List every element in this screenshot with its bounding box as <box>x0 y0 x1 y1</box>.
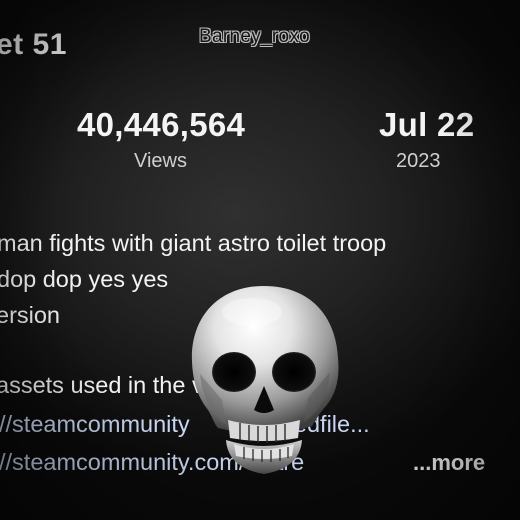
upload-date: Jul 22 <box>379 106 475 143</box>
description-line: ersion <box>0 302 61 328</box>
views-count: 40,446,564 <box>77 106 246 143</box>
video-title: et 51 <box>0 28 67 61</box>
description-line: dop dop yes yes <box>0 266 169 292</box>
channel-watermark: Barney_roxo <box>199 26 311 47</box>
more-button[interactable]: ...more <box>413 450 485 476</box>
description-line: man fights with giant astro toilet troop <box>0 230 387 256</box>
upload-year: 2023 <box>396 150 441 172</box>
views-label: Views <box>134 150 187 172</box>
skull-icon <box>191 286 339 474</box>
video-description-panel: et 51 Barney_roxo 40,446,564 Views Jul 2… <box>0 0 520 520</box>
steam-link-1-start[interactable]: //steamcommunity <box>0 411 190 437</box>
